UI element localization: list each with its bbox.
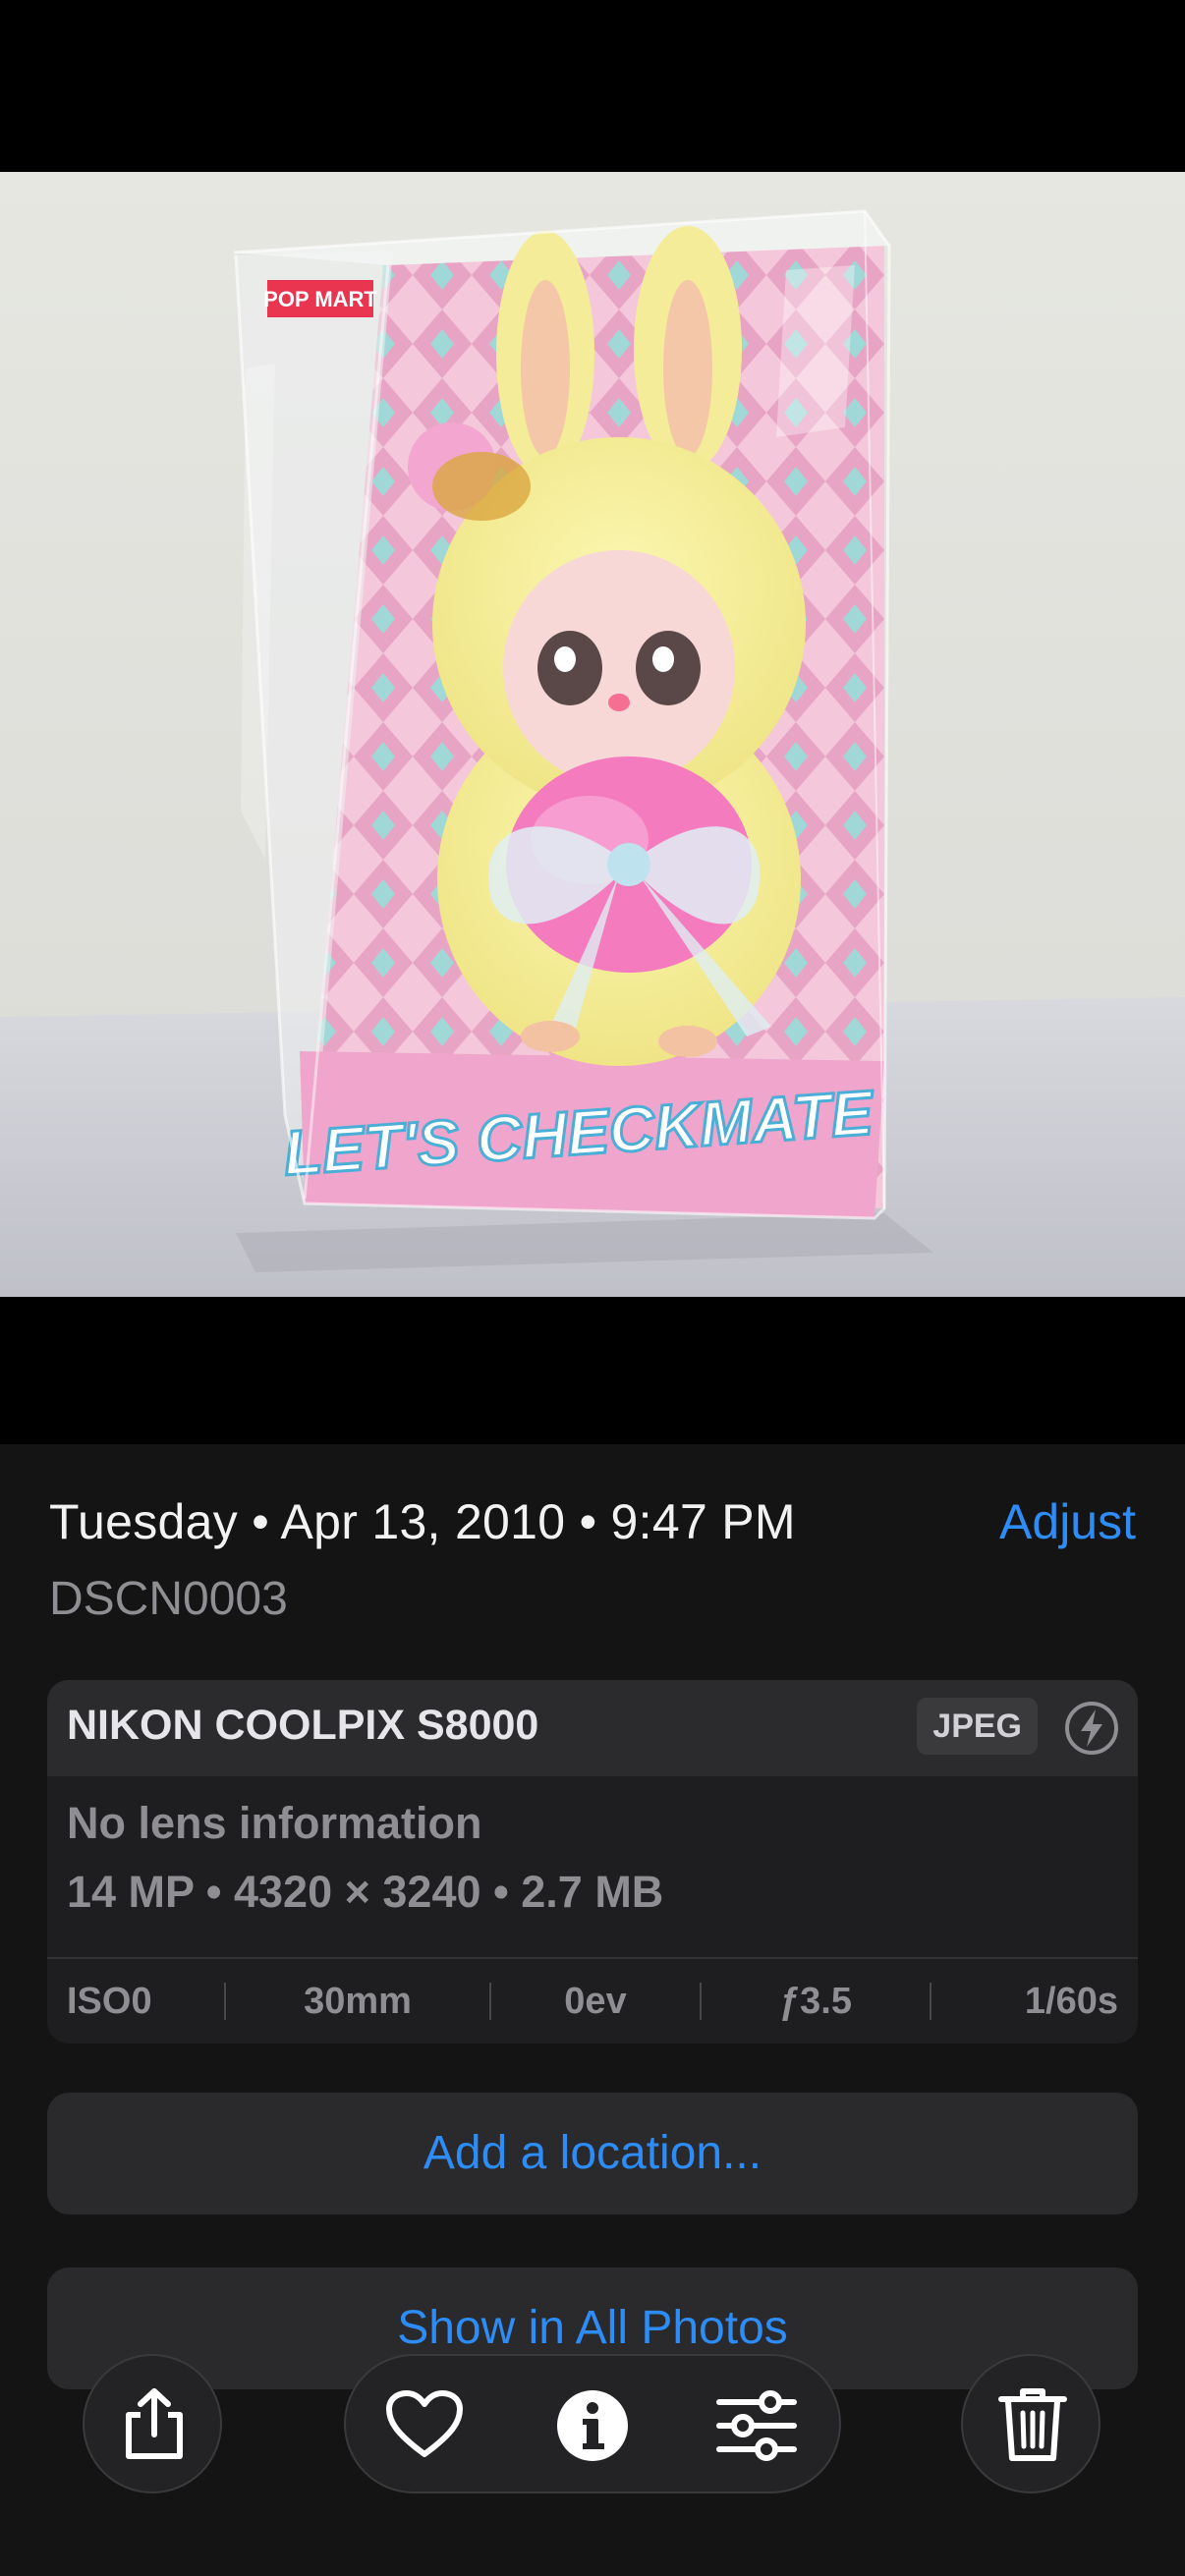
photo-actions-pill [344, 2354, 841, 2493]
add-location-button[interactable]: Add a location... [47, 2093, 1138, 2214]
format-badge: JPEG [917, 1698, 1038, 1755]
delete-button[interactable] [961, 2354, 1100, 2493]
exif-shutter: 1/60s [1024, 1980, 1118, 2022]
info-icon[interactable] [555, 2388, 630, 2463]
sliders-icon[interactable] [715, 2388, 798, 2463]
camera-header: NIKON COOLPIX S8000 JPEG [47, 1680, 1138, 1776]
camera-model: NIKON COOLPIX S8000 [67, 1702, 539, 1749]
camera-info-card: NIKON COOLPIX S8000 JPEG No lens informa… [47, 1680, 1138, 2044]
adjust-date-button[interactable]: Adjust [999, 1493, 1136, 1550]
exif-iso: ISO0 [67, 1980, 152, 2022]
heart-icon[interactable] [385, 2389, 464, 2460]
share-button[interactable] [83, 2354, 222, 2493]
image-specs: 14 MP • 4320 × 3240 • 2.7 MB [67, 1867, 664, 1917]
trash-icon [998, 2388, 1067, 2461]
lens-info: No lens information [67, 1798, 482, 1848]
exif-focal-length: 30mm [304, 1980, 412, 2022]
brand-label: POP MART [263, 287, 377, 311]
share-icon [126, 2388, 183, 2459]
flash-icon [1065, 1702, 1118, 1755]
photo-image: POP MART LET'S CHECKMATE [0, 172, 1185, 1297]
file-name: DSCN0003 [49, 1573, 288, 1625]
exif-row: ISO0 30mm 0ev ƒ3.5 1/60s [47, 1959, 1138, 2044]
exif-exposure-bias: 0ev [564, 1980, 627, 2022]
exif-aperture: ƒ3.5 [779, 1980, 852, 2022]
photo-viewer[interactable]: POP MART LET'S CHECKMATE [0, 0, 1185, 1444]
photo[interactable]: POP MART LET'S CHECKMATE [0, 172, 1185, 1297]
capture-date: Tuesday • Apr 13, 2010 • 9:47 PM [49, 1494, 796, 1549]
